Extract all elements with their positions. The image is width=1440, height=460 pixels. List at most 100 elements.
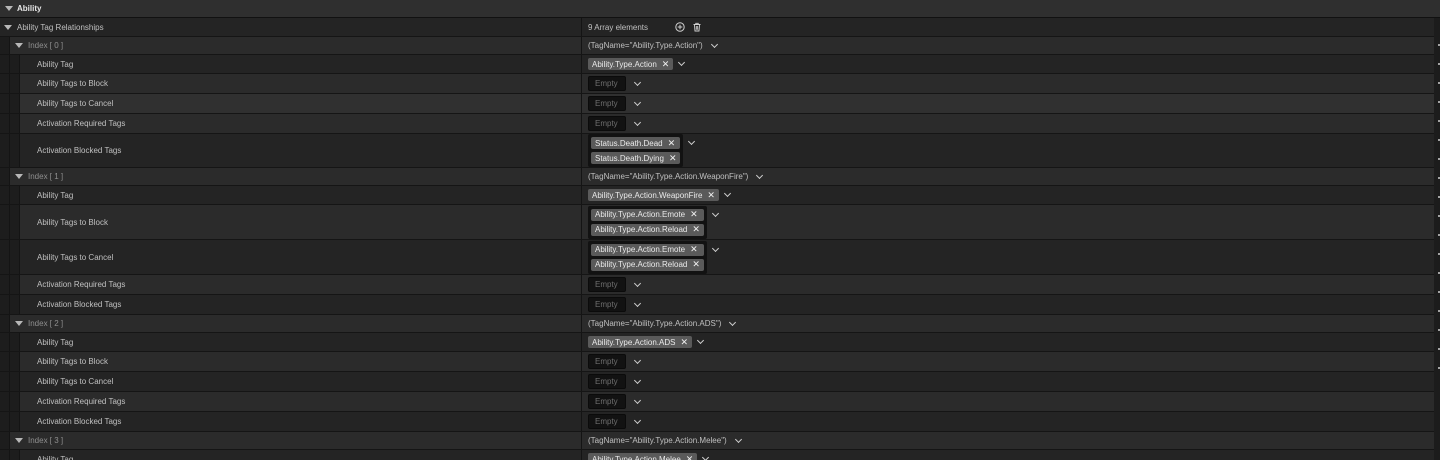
- property-value: Empty: [588, 74, 642, 93]
- array-index-3[interactable]: Index [ 3 ] (TagName="Ability.Type.Action…: [0, 432, 1434, 450]
- column-divider: [581, 168, 582, 185]
- property-value: Empty: [588, 352, 642, 371]
- property-row[interactable]: Ability Tags to Cancel Empty: [0, 94, 1434, 114]
- property-row[interactable]: Activation Blocked Tags Empty: [0, 295, 1434, 315]
- collapse-arrow-icon[interactable]: [15, 43, 23, 48]
- empty-tag-field[interactable]: Empty: [588, 116, 626, 131]
- property-value: Status.Death.Dead ✕ Status.Death.Dying ✕: [588, 134, 696, 167]
- chevron-down-icon[interactable]: [696, 336, 705, 345]
- indent-rail: [0, 114, 10, 133]
- chevron-down-icon[interactable]: [729, 318, 737, 326]
- collapse-arrow-icon[interactable]: [5, 6, 13, 11]
- property-row[interactable]: Ability Tags to Cancel Empty: [0, 372, 1434, 392]
- chevron-down-icon[interactable]: [723, 189, 732, 198]
- property-row[interactable]: Activation Blocked Tags Status.Death.Dead…: [0, 134, 1434, 168]
- array-row-ability-tag-relationships[interactable]: Ability Tag Relationships 9 Array element…: [0, 18, 1434, 37]
- close-icon[interactable]: ✕: [668, 138, 676, 148]
- column-divider: [581, 450, 582, 460]
- close-icon[interactable]: ✕: [690, 245, 698, 254]
- close-icon[interactable]: ✕: [686, 454, 694, 460]
- tag-chip: Ability.Type.Action.Emote ✕: [591, 208, 704, 221]
- column-divider: [581, 392, 582, 411]
- property-value: Ability.Type.Action.Melee ✕: [588, 450, 710, 460]
- property-value: Empty: [588, 295, 642, 314]
- tag-chip: Ability.Type.Action.Emote ✕: [591, 243, 704, 256]
- tag-chip: Status.Death.Dying ✕: [591, 152, 681, 164]
- property-row[interactable]: Activation Blocked Tags Empty: [0, 412, 1434, 432]
- chevron-down-icon[interactable]: [734, 435, 742, 443]
- indent-rail: [0, 295, 10, 314]
- array-index-0[interactable]: Index [ 0 ] (TagName="Ability.Type.Action…: [0, 37, 1434, 55]
- chevron-down-icon[interactable]: [710, 40, 718, 48]
- close-icon[interactable]: ✕: [669, 153, 677, 163]
- property-label-text: Ability Tags to Cancel: [37, 252, 114, 262]
- empty-tag-field[interactable]: Empty: [588, 394, 626, 409]
- close-icon[interactable]: ✕: [707, 190, 715, 200]
- property-label-text: Activation Blocked Tags: [37, 417, 122, 426]
- column-divider: [581, 74, 582, 93]
- indent-rail: [0, 372, 10, 391]
- close-icon[interactable]: ✕: [690, 210, 698, 219]
- chevron-down-icon[interactable]: [678, 58, 686, 67]
- property-row[interactable]: Ability Tag Ability.Type.Action.ADS ✕: [0, 333, 1434, 352]
- category-ability[interactable]: Ability: [0, 0, 1440, 18]
- property-row[interactable]: Ability Tag Ability.Type.Action.Melee ✕: [0, 450, 1434, 460]
- property-row[interactable]: Ability Tags to Cancel Ability.Type.Actio…: [0, 240, 1434, 275]
- index-summary: (TagName="Ability.Type.Action.ADS"): [588, 319, 722, 328]
- indent-rail: [0, 205, 10, 239]
- close-icon[interactable]: ✕: [662, 59, 670, 69]
- array-index-1[interactable]: Index [ 1 ] (TagName="Ability.Type.Action…: [0, 168, 1434, 186]
- chevron-down-icon[interactable]: [711, 244, 719, 252]
- property-row[interactable]: Activation Required Tags Empty: [0, 392, 1434, 412]
- tag-chip: Ability.Type.Action.Reload ✕: [591, 223, 704, 236]
- chevron-down-icon[interactable]: [633, 396, 642, 404]
- array-index-2[interactable]: Index [ 2 ] (TagName="Ability.Type.Action…: [0, 315, 1434, 333]
- property-row[interactable]: Activation Required Tags Empty: [0, 114, 1434, 134]
- tag-text: Ability.Type.Action.WeaponFire: [592, 190, 703, 200]
- chevron-down-icon[interactable]: [633, 356, 642, 364]
- empty-tag-field[interactable]: Empty: [588, 297, 626, 312]
- property-row[interactable]: Ability Tag Ability.Type.Action.WeaponFir…: [0, 186, 1434, 205]
- empty-tag-field[interactable]: Empty: [588, 76, 626, 91]
- column-divider: [581, 432, 582, 449]
- empty-tag-field[interactable]: Empty: [588, 374, 626, 389]
- trash-icon[interactable]: [692, 22, 702, 32]
- collapse-arrow-icon[interactable]: [15, 174, 23, 179]
- indent-rail: [0, 352, 10, 371]
- empty-tag-field[interactable]: Empty: [588, 414, 626, 429]
- empty-tag-field[interactable]: Empty: [588, 96, 626, 111]
- chevron-down-icon[interactable]: [633, 279, 642, 287]
- property-label: Ability Tag: [37, 450, 73, 460]
- property-row[interactable]: Ability Tag Ability.Type.Action ✕: [0, 55, 1434, 74]
- property-row[interactable]: Ability Tags to Block Empty: [0, 74, 1434, 94]
- property-value: Ability.Type.Action.ADS ✕: [588, 333, 705, 351]
- close-icon[interactable]: ✕: [692, 260, 700, 269]
- collapse-arrow-icon[interactable]: [15, 321, 23, 326]
- chevron-down-icon[interactable]: [756, 171, 764, 179]
- chevron-down-icon[interactable]: [633, 376, 642, 384]
- tag-chip: Status.Death.Dead ✕: [591, 137, 681, 149]
- chevron-down-icon[interactable]: [633, 98, 642, 106]
- chevron-down-icon[interactable]: [702, 453, 710, 460]
- collapse-arrow-icon[interactable]: [4, 24, 12, 30]
- property-label-text: Index [ 0 ]: [28, 41, 64, 50]
- property-row[interactable]: Ability Tags to Block Ability.Type.Action…: [0, 205, 1434, 240]
- add-circle-icon[interactable]: [675, 22, 685, 32]
- property-row[interactable]: Ability Tags to Block Empty: [0, 352, 1434, 372]
- chevron-down-icon[interactable]: [688, 137, 696, 146]
- chevron-down-icon[interactable]: [711, 209, 719, 217]
- indent-rail: [10, 240, 20, 274]
- chevron-down-icon[interactable]: [633, 299, 642, 307]
- collapse-arrow-icon[interactable]: [15, 438, 23, 443]
- chevron-down-icon[interactable]: [633, 78, 642, 86]
- property-label: Activation Required Tags: [37, 275, 125, 294]
- chevron-down-icon[interactable]: [633, 118, 642, 126]
- close-icon[interactable]: ✕: [692, 225, 700, 234]
- empty-tag-field[interactable]: Empty: [588, 354, 626, 369]
- column-divider: [581, 205, 582, 239]
- indent-rail: [10, 372, 20, 391]
- chevron-down-icon[interactable]: [633, 416, 642, 424]
- empty-tag-field[interactable]: Empty: [588, 277, 626, 292]
- property-row[interactable]: Activation Required Tags Empty: [0, 275, 1434, 295]
- close-icon[interactable]: ✕: [680, 337, 688, 347]
